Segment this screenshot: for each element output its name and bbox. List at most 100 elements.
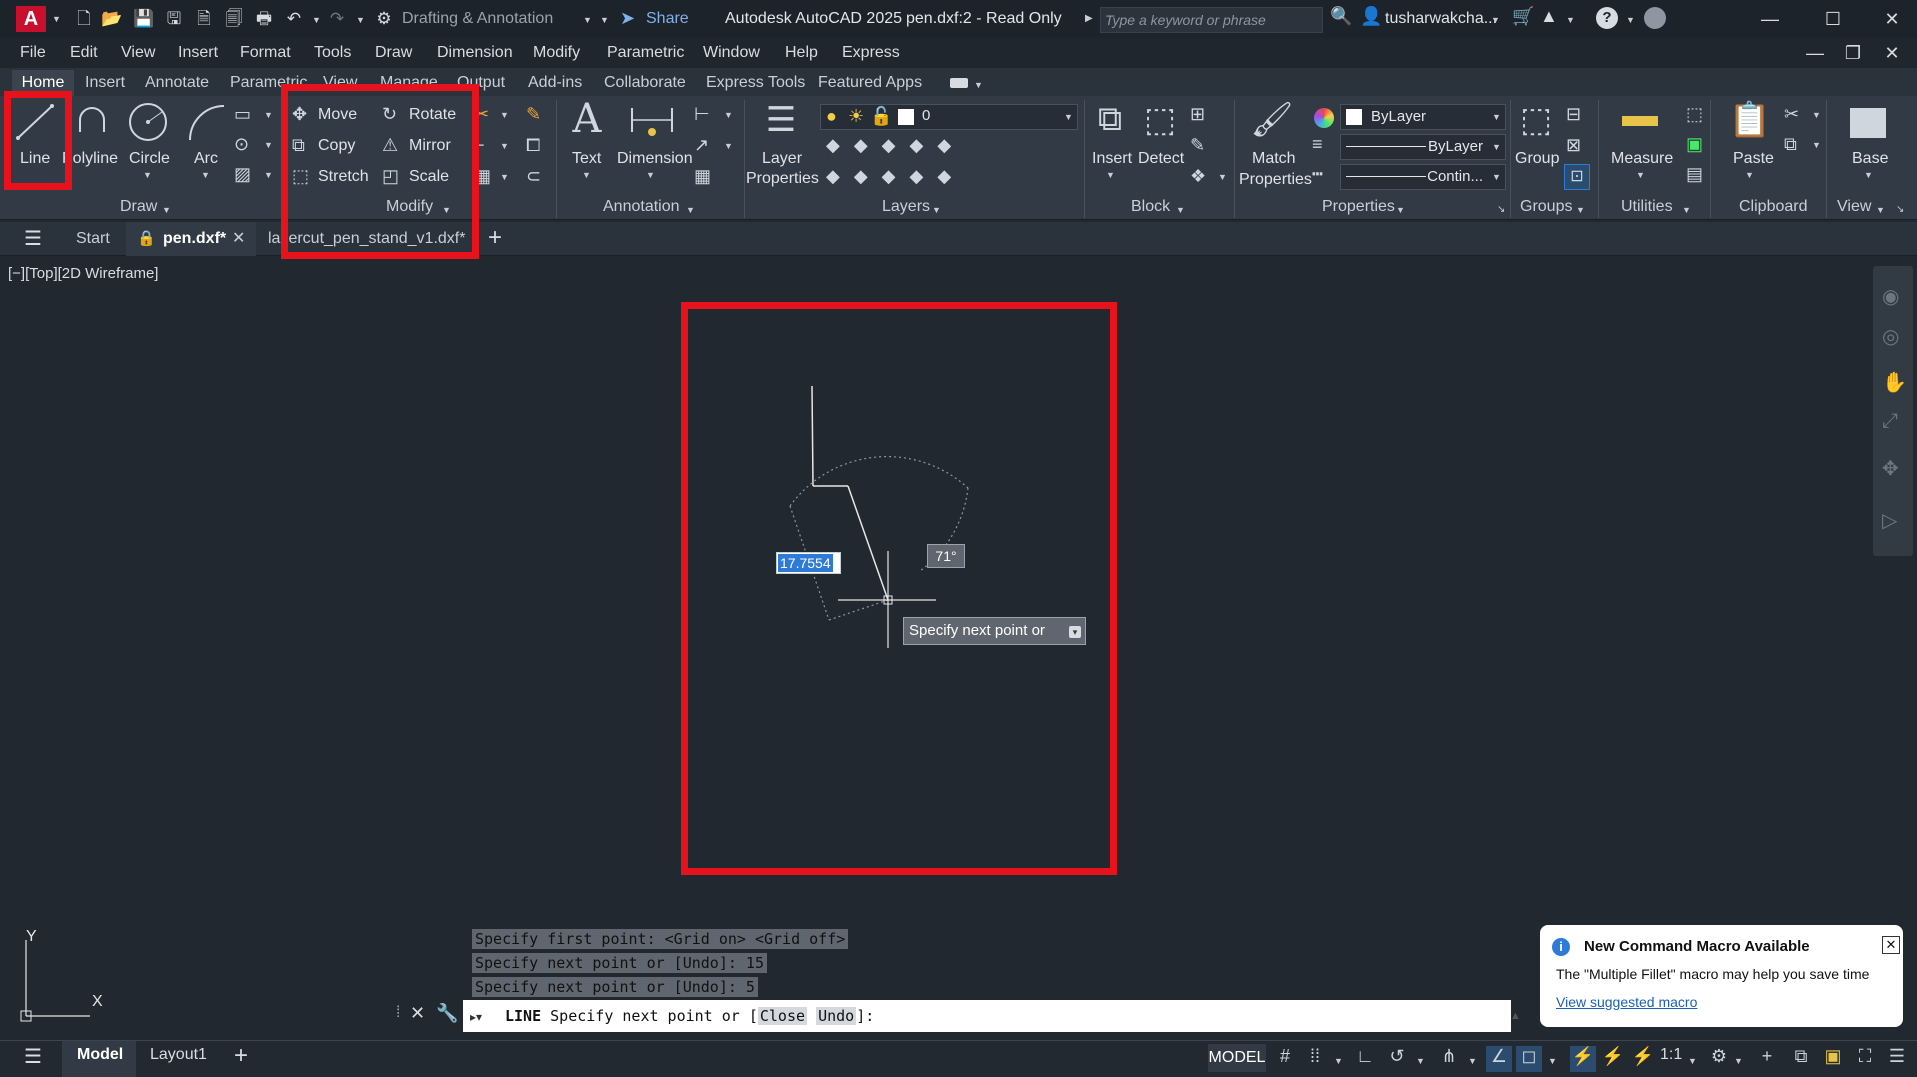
isodraft-icon[interactable]: ⋔: [1436, 1046, 1462, 1067]
menu-express[interactable]: Express: [842, 44, 900, 62]
paste-icon[interactable]: 📋: [1728, 100, 1772, 140]
color-dropdown[interactable]: ByLayer: [1340, 104, 1506, 130]
group-edit-icon[interactable]: ⊠: [1566, 135, 1581, 156]
hatch-icon[interactable]: ▨: [234, 164, 251, 185]
block-panel-caret-icon[interactable]: ▼: [1176, 205, 1185, 215]
arc-icon[interactable]: [184, 100, 228, 144]
workspace-gear-icon[interactable]: ⚙: [1706, 1046, 1732, 1067]
maximize-icon[interactable]: ☐: [1818, 6, 1848, 32]
base-caret-icon[interactable]: ▼: [1864, 170, 1873, 180]
app-menu-button[interactable]: A: [16, 6, 46, 32]
color-dropdown-caret-icon[interactable]: ▼: [1492, 112, 1501, 122]
customization-menu-icon[interactable]: ☰: [1884, 1046, 1910, 1067]
new-file-icon[interactable]: 🗋: [72, 8, 96, 30]
paste-button[interactable]: Paste: [1733, 150, 1774, 168]
linear-dim-icon[interactable]: ⊢: [694, 104, 710, 125]
detect-icon[interactable]: ⬚: [1138, 100, 1182, 140]
polyline-icon[interactable]: [72, 100, 116, 144]
new-tab-icon[interactable]: +: [488, 224, 502, 252]
dimension-caret-icon[interactable]: ▼: [646, 170, 655, 180]
group-button[interactable]: Group: [1515, 150, 1559, 168]
rectangle-icon[interactable]: ▭: [234, 104, 251, 125]
clipboard-panel-label[interactable]: Clipboard: [1739, 198, 1807, 220]
annotation-monitor-icon[interactable]: +: [1754, 1046, 1780, 1067]
layer-tools-row1-icon[interactable]: ◆◆◆◆◆: [826, 135, 986, 156]
menu-view[interactable]: View: [121, 44, 155, 62]
user-caret-icon[interactable]: ▼: [1491, 15, 1500, 25]
erase-icon[interactable]: ✎: [526, 104, 541, 125]
annotation-panel-caret-icon[interactable]: ▼: [686, 205, 695, 215]
model-tab[interactable]: Model: [77, 1046, 123, 1064]
paste-caret-icon[interactable]: ▼: [1745, 170, 1754, 180]
properties-panel-label[interactable]: Properties: [1322, 198, 1395, 220]
share-button[interactable]: Share: [646, 6, 689, 32]
leader-caret-icon[interactable]: ▼: [724, 141, 733, 151]
print-icon[interactable]: 🖶: [252, 8, 276, 30]
measure-caret-icon[interactable]: ▼: [1636, 170, 1645, 180]
workspace-caret-icon[interactable]: ▼: [583, 15, 592, 25]
redo-caret-icon[interactable]: ▼: [356, 15, 365, 25]
doc-minimize-icon[interactable]: —: [1800, 40, 1830, 66]
command-recent-icon[interactable]: ▸▾: [470, 1010, 482, 1024]
insert-block-icon[interactable]: ⧉: [1088, 100, 1132, 139]
tab-close-icon[interactable]: ✕: [232, 228, 245, 248]
hamburger-menu-icon[interactable]: ☰: [24, 226, 42, 251]
polar-caret-icon[interactable]: ▼: [1416, 1056, 1425, 1066]
option-undo[interactable]: Undo: [816, 1007, 857, 1025]
view-panel-launcher-icon[interactable]: ↘: [1896, 204, 1904, 215]
redo-icon[interactable]: ↷: [325, 8, 349, 30]
tab-insert[interactable]: Insert: [85, 74, 125, 92]
text-caret-icon[interactable]: ▼: [582, 170, 591, 180]
undo-icon[interactable]: ↶: [282, 8, 306, 30]
draw-panel-caret-icon[interactable]: ▼: [162, 205, 171, 215]
ellipse-icon[interactable]: ⊙: [234, 134, 249, 155]
create-block-icon[interactable]: ⊞: [1190, 104, 1205, 125]
offset-icon[interactable]: ⊂: [526, 166, 541, 187]
polar-icon[interactable]: ↺: [1384, 1046, 1410, 1067]
autodesk-app-icon[interactable]: ▲: [1540, 6, 1558, 27]
workspace-gear-caret-icon[interactable]: ▼: [1734, 1056, 1743, 1066]
osnap-caret-icon[interactable]: ▼: [1548, 1056, 1557, 1066]
tab-express-tools[interactable]: Express Tools: [706, 74, 805, 92]
edit-block-icon[interactable]: ✎: [1190, 135, 1205, 156]
layer-dropdown-caret-icon[interactable]: ▼: [1064, 112, 1073, 122]
menu-format[interactable]: Format: [240, 44, 291, 62]
undo-caret-icon[interactable]: ▼: [312, 15, 321, 25]
start-tab[interactable]: Start: [76, 230, 110, 248]
object-snap-icon[interactable]: ◻: [1516, 1046, 1542, 1072]
properties-panel-caret-icon[interactable]: ▼: [1396, 205, 1405, 215]
match-properties-button-line2[interactable]: Properties: [1239, 171, 1312, 189]
search-input[interactable]: Type a keyword or phrase: [1100, 7, 1323, 33]
wrench-icon[interactable]: 🔧: [436, 1003, 458, 1024]
insert-caret-icon[interactable]: ▼: [1106, 170, 1115, 180]
clean-screen-icon[interactable]: ⛶: [1852, 1046, 1878, 1067]
hatch-caret-icon[interactable]: ▼: [264, 170, 273, 180]
cart-icon[interactable]: 🛒: [1512, 6, 1534, 27]
copy-clip-icon[interactable]: ⧉: [1784, 134, 1797, 155]
new-layout-icon[interactable]: +: [234, 1042, 248, 1070]
table-icon[interactable]: ▦: [694, 166, 711, 187]
tab-featured-apps[interactable]: Featured Apps: [818, 74, 922, 92]
select-all-icon[interactable]: ▣: [1686, 134, 1703, 155]
layout1-tab[interactable]: Layout1: [150, 1046, 207, 1064]
linetype-dropdown-caret-icon[interactable]: ▼: [1492, 172, 1501, 182]
tab-add-ins[interactable]: Add-ins: [528, 74, 582, 92]
menu-dimension[interactable]: Dimension: [437, 44, 513, 62]
annotation-panel-label[interactable]: Annotation: [603, 198, 680, 220]
expand-arrow-icon[interactable]: ▶: [1085, 13, 1093, 24]
auto-scale-icon[interactable]: ⚡: [1600, 1046, 1626, 1067]
detect-button[interactable]: Detect: [1138, 150, 1184, 168]
share-icon[interactable]: ➤: [620, 8, 635, 29]
object-snap-tracking-icon[interactable]: ∠: [1486, 1046, 1512, 1072]
color-wheel-icon[interactable]: [1314, 108, 1334, 128]
group-icon[interactable]: ⬚: [1514, 100, 1558, 140]
isolate-objects-icon[interactable]: ⧉: [1788, 1046, 1814, 1067]
ribbon-toggle-icon[interactable]: [950, 78, 968, 88]
groups-panel-caret-icon[interactable]: ▼: [1576, 205, 1585, 215]
notification-center-icon[interactable]: ▣: [1820, 1046, 1846, 1067]
view-panel-caret-icon[interactable]: ▼: [1876, 205, 1885, 215]
block-attribute-icon[interactable]: ❖: [1190, 166, 1206, 187]
calculator-icon[interactable]: ▤: [1686, 164, 1703, 185]
insert-button[interactable]: Insert: [1092, 150, 1132, 168]
match-properties-icon[interactable]: 🖌: [1250, 100, 1294, 140]
